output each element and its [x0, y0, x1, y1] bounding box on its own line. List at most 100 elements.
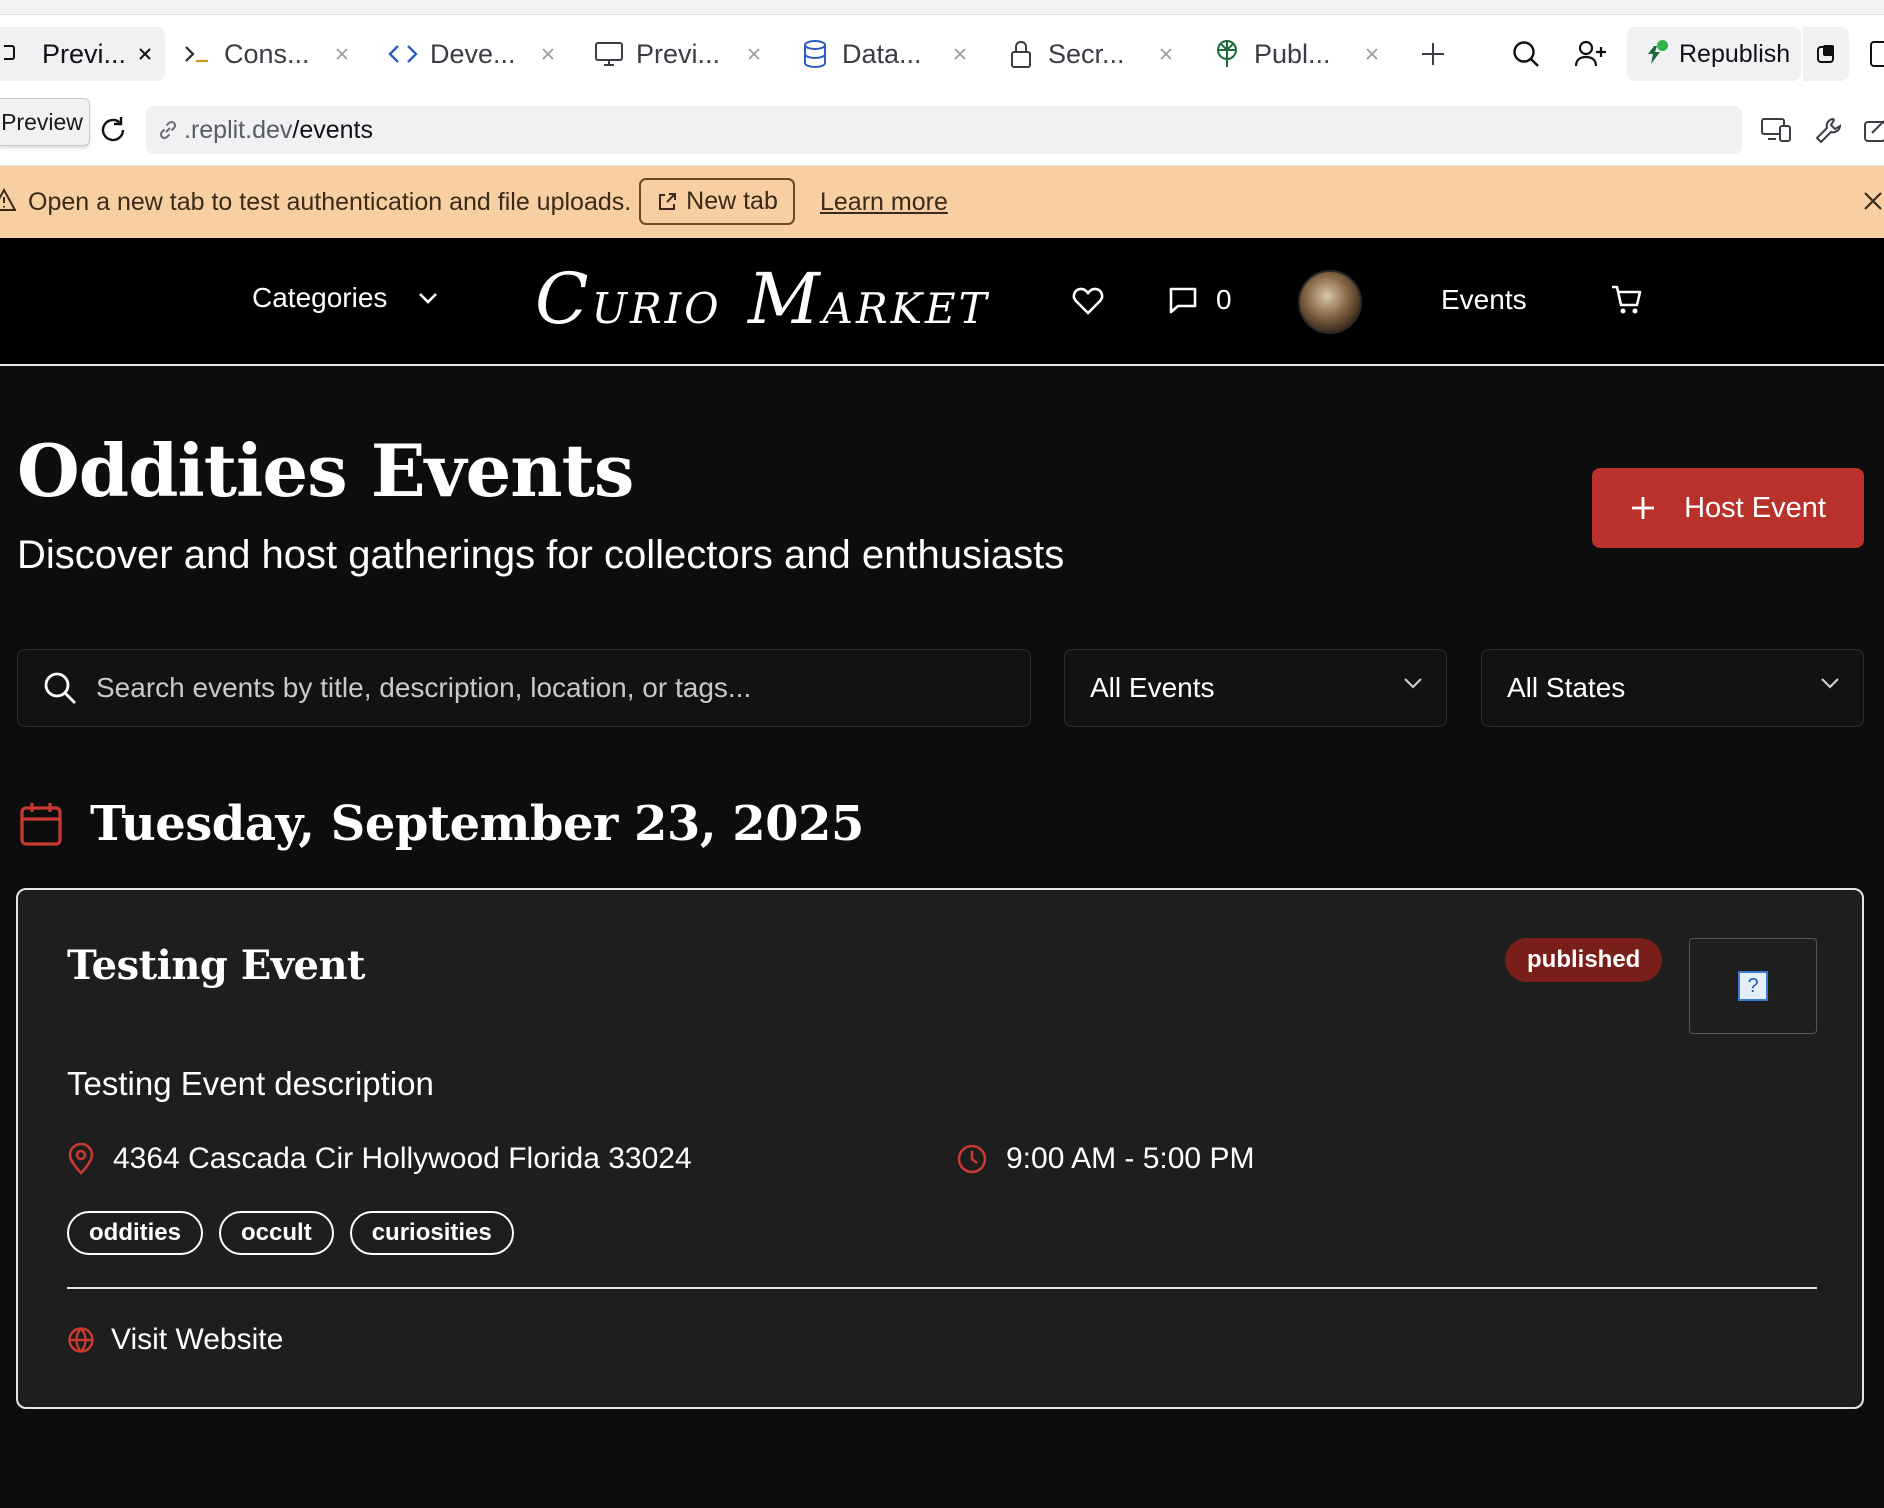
event-search[interactable]: [17, 649, 1031, 727]
status-badge: published: [1505, 938, 1663, 982]
cart-icon[interactable]: [1610, 284, 1644, 316]
close-icon[interactable]: [948, 42, 972, 66]
messages-button[interactable]: 0: [1168, 284, 1232, 316]
tag-occult[interactable]: occult: [219, 1211, 334, 1255]
terminal-icon: [182, 39, 212, 69]
tab-label: Previ...: [636, 38, 721, 69]
tab-devtools[interactable]: Deve...: [388, 27, 568, 81]
republish-button[interactable]: Republish: [1627, 27, 1801, 81]
avatar[interactable]: [1298, 270, 1362, 334]
page-title: Oddities Events: [17, 428, 634, 513]
event-description: Testing Event description: [67, 1065, 434, 1102]
publish-menu-button[interactable]: [1803, 27, 1849, 81]
tab-preview-active[interactable]: Previ...: [0, 27, 165, 81]
url-host: .replit.dev: [184, 115, 293, 144]
new-tab-button[interactable]: New tab: [639, 178, 795, 225]
curio-market-logo[interactable]: CURIO MARKET: [535, 258, 990, 340]
database-icon: [800, 39, 830, 69]
chevron-down-icon: [1819, 676, 1841, 690]
tab-label: Previ...: [42, 38, 127, 69]
tab-label: Publ...: [1254, 38, 1331, 69]
event-card[interactable]: Testing Event published ? Testing Event …: [16, 888, 1864, 1409]
close-banner-icon[interactable]: [1862, 190, 1884, 212]
card-divider: [67, 1287, 1817, 1289]
broken-image-icon: ?: [1738, 971, 1768, 1001]
tab-label: Data...: [842, 38, 922, 69]
search-icon: [42, 670, 78, 706]
link-icon: [156, 118, 180, 142]
state-select[interactable]: All States: [1481, 649, 1864, 727]
code-icon: [388, 39, 418, 69]
publish-icon: [1212, 39, 1242, 69]
message-icon: [1168, 285, 1198, 315]
close-icon[interactable]: [330, 42, 354, 66]
event-time-text: 9:00 AM - 5:00 PM: [1006, 1142, 1255, 1175]
wrench-icon[interactable]: [1813, 114, 1845, 146]
info-banner: Open a new tab to test authentication an…: [0, 166, 1884, 238]
date-heading: Tuesday, September 23, 2025: [20, 796, 864, 852]
event-location-text: 4364 Cascada Cir Hollywood Florida 33024: [113, 1142, 692, 1175]
plus-icon: [1630, 495, 1656, 521]
tab-publish[interactable]: Publ...: [1212, 27, 1392, 81]
heart-icon[interactable]: [1072, 286, 1104, 316]
publish-status-icon: [1645, 40, 1673, 68]
host-event-label: Host Event: [1684, 491, 1826, 524]
host-event-button[interactable]: Host Event: [1592, 468, 1864, 548]
close-icon[interactable]: [742, 42, 766, 66]
devices-icon[interactable]: [1760, 114, 1792, 146]
message-count: 0: [1216, 284, 1232, 315]
event-location: 4364 Cascada Cir Hollywood Florida 33024: [67, 1142, 692, 1176]
event-type-select[interactable]: All Events: [1064, 649, 1447, 727]
search-input[interactable]: [96, 672, 996, 704]
lock-icon: [1006, 39, 1036, 69]
chevron-down-icon: [417, 291, 439, 305]
tab-database[interactable]: Data...: [800, 27, 980, 81]
page-subtitle: Discover and host gatherings for collect…: [17, 533, 1065, 577]
state-value: All States: [1507, 672, 1626, 703]
close-icon[interactable]: [1360, 42, 1384, 66]
clock-icon: [956, 1143, 1006, 1175]
open-external-icon[interactable]: [1862, 116, 1884, 144]
url-input[interactable]: .replit.dev/events: [146, 106, 1742, 154]
ide-tab-bar: Previ... Cons... Deve... Previ... Data..…: [0, 15, 1884, 94]
site-header: Categories CURIO MARKET 0 Events: [0, 238, 1884, 366]
reload-icon[interactable]: [97, 114, 129, 146]
tab-console[interactable]: Cons...: [182, 27, 362, 81]
learn-more-link[interactable]: Learn more: [820, 188, 948, 217]
date-heading-text: Tuesday, September 23, 2025: [90, 796, 864, 852]
tab-label: Secr...: [1048, 38, 1125, 69]
map-pin-icon: [67, 1143, 113, 1175]
event-tags: oddities occult curiosities: [67, 1211, 530, 1255]
tab-preview[interactable]: Previ...: [594, 27, 774, 81]
window-top-strip: [0, 0, 1884, 15]
panel-toggle-icon[interactable]: [1868, 40, 1884, 68]
visit-website-link[interactable]: Visit Website: [67, 1323, 283, 1357]
new-tab-plus-icon[interactable]: [1418, 39, 1448, 69]
close-icon[interactable]: [133, 42, 157, 66]
monitor-icon: [0, 39, 30, 69]
visit-website-label: Visit Website: [111, 1323, 284, 1356]
new-tab-label: New tab: [686, 187, 778, 215]
invite-user-icon[interactable]: [1574, 38, 1608, 70]
preview-tooltip: Preview: [0, 98, 90, 146]
warning-icon: [0, 188, 16, 212]
monitor-icon: [594, 39, 624, 69]
tab-label: Cons...: [224, 38, 310, 69]
chevron-down-icon: [1402, 676, 1424, 690]
globe-icon: [67, 1326, 111, 1354]
tag-curiosities[interactable]: curiosities: [349, 1211, 514, 1255]
banner-message: Open a new tab to test authentication an…: [28, 188, 632, 216]
tag-oddities[interactable]: oddities: [67, 1211, 204, 1255]
address-bar: Preview .replit.dev/events: [0, 94, 1884, 166]
tab-label: Deve...: [430, 38, 516, 69]
republish-label: Republish: [1679, 39, 1791, 68]
calendar-icon: [20, 802, 62, 846]
close-icon[interactable]: [1154, 42, 1178, 66]
close-icon[interactable]: [536, 42, 560, 66]
event-type-value: All Events: [1090, 672, 1215, 703]
event-title[interactable]: Testing Event: [67, 942, 366, 989]
search-icon[interactable]: [1510, 38, 1542, 70]
categories-dropdown[interactable]: Categories: [252, 282, 439, 314]
tab-secrets[interactable]: Secr...: [1006, 27, 1186, 81]
nav-events-link[interactable]: Events: [1441, 284, 1527, 316]
